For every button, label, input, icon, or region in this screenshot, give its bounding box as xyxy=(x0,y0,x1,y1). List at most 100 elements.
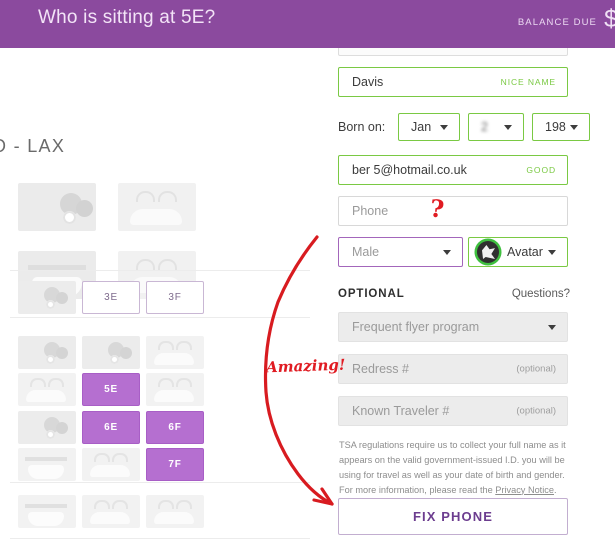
tsa-disclaimer: TSA regulations require us to collect yo… xyxy=(339,438,569,498)
email-field[interactable]: ber 5@hotmail.co.uk GOOD xyxy=(338,155,568,185)
photo-mouth-icon xyxy=(154,512,194,524)
avatar-cat-icon xyxy=(477,241,499,263)
fix-phone-label: FIX PHONE xyxy=(413,509,493,524)
photo-mouth-icon xyxy=(26,390,66,402)
known-traveler-field[interactable]: Known Traveler # (optional) xyxy=(338,396,568,426)
passenger-form-panel: Davis NICE NAME Born on: Jan 2 198 ber 5… xyxy=(310,48,615,546)
balance-due-amount: $ xyxy=(604,5,615,33)
seat-label: 3E xyxy=(104,292,118,303)
photo-eye-icon xyxy=(136,191,155,202)
questions-link[interactable]: Questions? xyxy=(512,288,570,300)
seat-occupied-thumb xyxy=(18,281,76,314)
seat-occupied-thumb xyxy=(18,336,76,369)
seat-occupied-thumb xyxy=(82,495,140,528)
chevron-down-icon xyxy=(440,125,448,130)
last-name-value: Davis xyxy=(352,75,384,89)
last-name-field[interactable]: Davis NICE NAME xyxy=(338,67,568,97)
photo-frown-icon xyxy=(28,465,64,479)
birth-year-value: 198 xyxy=(545,120,566,134)
seat-label: 3F xyxy=(168,292,182,303)
row-divider xyxy=(10,482,310,483)
photo-eye-icon xyxy=(176,378,192,387)
phone-placeholder: Phone xyxy=(352,204,389,218)
email-badge: GOOD xyxy=(526,165,556,175)
email-value: ber 5@hotmail.co.uk xyxy=(352,163,467,177)
photo-eye-icon xyxy=(48,378,64,387)
fix-phone-button[interactable]: FIX PHONE xyxy=(338,498,568,535)
photo-head-icon xyxy=(76,200,93,217)
born-on-label: Born on: xyxy=(338,120,386,134)
first-name-field-clipped[interactable] xyxy=(338,48,568,56)
seat-3E[interactable]: 3E xyxy=(82,281,140,314)
seat-label: 6E xyxy=(104,422,118,433)
seat-map-panel: O - LAX xyxy=(0,48,310,546)
photo-eye-icon xyxy=(112,500,128,509)
photo-dot-icon xyxy=(110,355,119,364)
frequent-flyer-select[interactable]: Frequent flyer program xyxy=(338,312,568,342)
photo-dot-icon xyxy=(63,211,76,224)
seat-6E[interactable]: 6E xyxy=(82,411,140,444)
gender-value: Male xyxy=(352,245,380,259)
photo-eye-icon xyxy=(158,378,174,387)
optional-section-heading: OPTIONAL xyxy=(338,288,405,300)
seat-label: 5E xyxy=(104,384,118,395)
frequent-flyer-value: Frequent flyer program xyxy=(352,320,480,334)
chevron-down-icon xyxy=(548,250,556,255)
photo-eye-icon xyxy=(94,453,110,462)
birth-day-select[interactable]: 2 xyxy=(468,113,524,141)
seat-occupied-thumb xyxy=(82,336,140,369)
photo-head-icon xyxy=(56,347,68,359)
photo-head-icon xyxy=(56,292,68,304)
photo-eye-icon xyxy=(158,191,177,202)
seat-occupied-thumb xyxy=(146,336,204,369)
privacy-notice-link[interactable]: Privacy Notice xyxy=(495,485,554,495)
seat-occupied-thumb xyxy=(146,373,204,406)
tsa-text-end: . xyxy=(553,484,557,495)
chevron-down-icon xyxy=(548,325,556,330)
passenger-photo xyxy=(18,183,96,231)
redress-optional-hint: (optional) xyxy=(516,363,556,375)
redress-number-field[interactable]: Redress # (optional) xyxy=(338,354,568,384)
passenger-photo xyxy=(118,183,196,231)
photo-eye-icon xyxy=(136,259,155,270)
photo-dot-icon xyxy=(46,355,55,364)
seat-3F[interactable]: 3F xyxy=(146,281,204,314)
seat-occupied-thumb xyxy=(18,448,76,481)
seat-occupied-thumb xyxy=(18,495,76,528)
photo-bar-icon xyxy=(25,457,67,461)
route-label: O - LAX xyxy=(0,136,66,156)
photo-mouth-icon xyxy=(154,390,194,402)
photo-mouth-icon xyxy=(154,353,194,365)
photo-bar-icon xyxy=(25,504,67,508)
seat-label: 6F xyxy=(168,422,182,433)
photo-eye-icon xyxy=(158,341,174,350)
known-traveler-placeholder: Known Traveler # xyxy=(352,404,450,418)
birth-month-select[interactable]: Jan xyxy=(398,113,460,141)
seat-5E[interactable]: 5E xyxy=(82,373,140,406)
photo-mouth-icon xyxy=(90,512,130,524)
known-traveler-optional-hint: (optional) xyxy=(516,405,556,417)
last-name-badge: NICE NAME xyxy=(500,77,556,87)
chevron-down-icon xyxy=(570,125,578,130)
gender-select[interactable]: Male xyxy=(338,237,463,267)
photo-eye-icon xyxy=(30,378,46,387)
birth-year-select[interactable]: 198 xyxy=(532,113,590,141)
photo-frown-icon xyxy=(28,512,64,526)
seat-occupied-thumb xyxy=(146,495,204,528)
seat-occupied-thumb xyxy=(18,373,76,406)
chevron-down-icon xyxy=(504,125,512,130)
photo-eye-icon xyxy=(158,259,177,270)
row-divider xyxy=(10,317,310,318)
photo-dot-icon xyxy=(46,430,55,439)
seat-7F[interactable]: 7F xyxy=(146,448,204,481)
photo-eye-icon xyxy=(176,341,192,350)
seat-occupied-thumb xyxy=(18,411,76,444)
avatar-value: Avatar xyxy=(507,245,543,259)
avatar-select[interactable]: Avatar xyxy=(468,237,568,267)
birth-month-value: Jan xyxy=(411,120,432,134)
redress-placeholder: Redress # xyxy=(352,362,409,376)
phone-field[interactable]: Phone xyxy=(338,196,568,226)
photo-mouth-icon xyxy=(90,465,130,477)
photo-dot-icon xyxy=(46,300,55,309)
seat-6F[interactable]: 6F xyxy=(146,411,204,444)
